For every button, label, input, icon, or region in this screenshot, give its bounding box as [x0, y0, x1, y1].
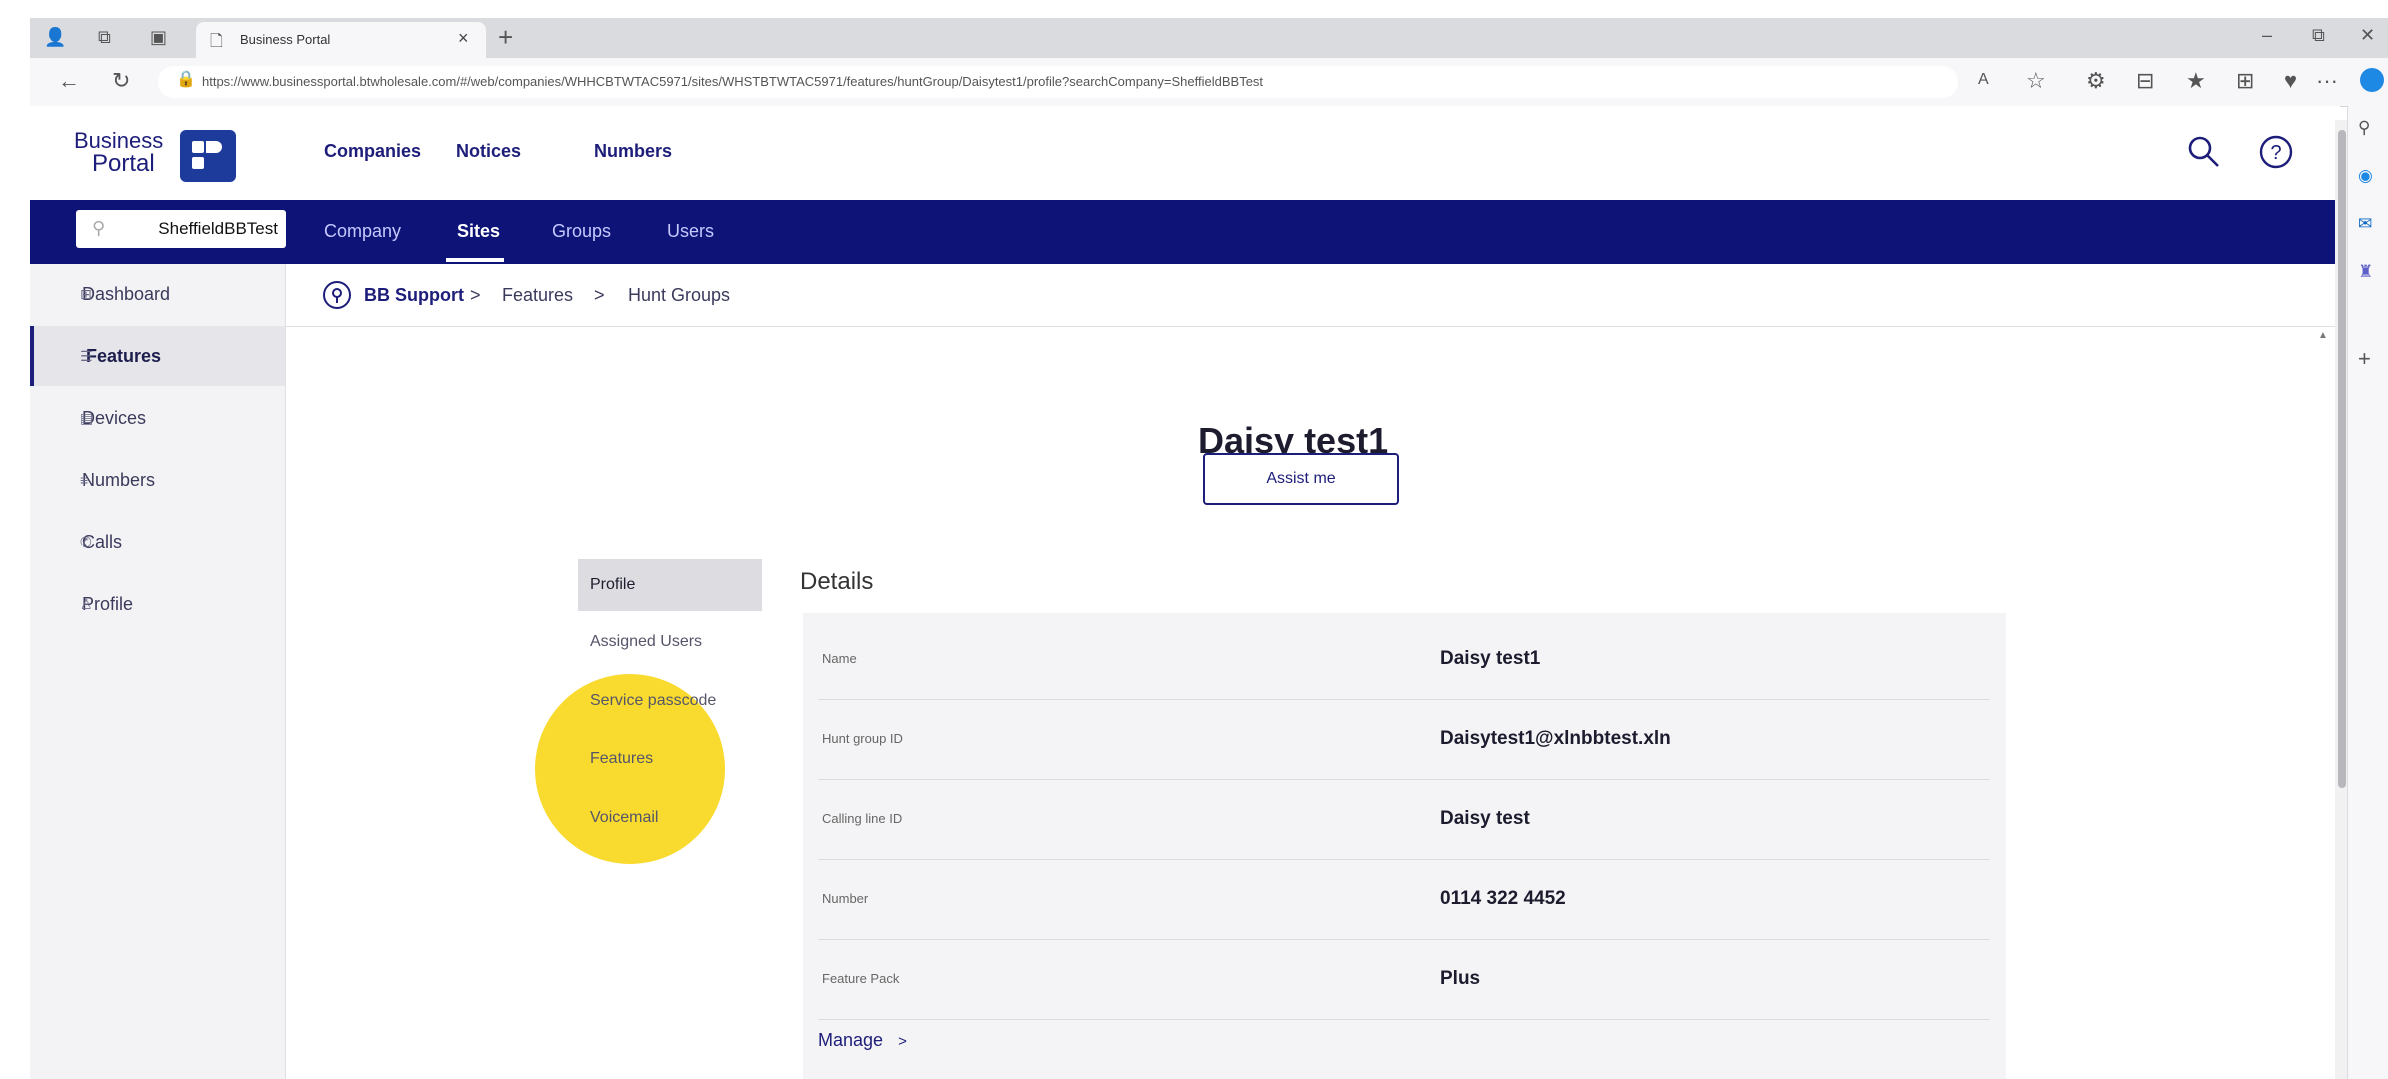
split-screen-icon[interactable]: ⊟	[2136, 70, 2154, 92]
submenu-features[interactable]: Features	[578, 733, 762, 785]
numbers-icon: ≡	[80, 472, 89, 488]
company-search-icon: ⚲	[92, 218, 106, 238]
browser-essentials-icon[interactable]: ♥	[2284, 70, 2297, 92]
inner-scroll-up-icon[interactable]: ▲	[2318, 330, 2328, 341]
favorites-bar-icon[interactable]: ★	[2186, 70, 2206, 92]
dashboard-icon: ⊞	[80, 286, 92, 302]
sidebar-item-numbers[interactable]: ≡ Numbers	[30, 450, 285, 510]
new-tab-button[interactable]: +	[498, 24, 513, 50]
tab-close-icon[interactable]: ×	[458, 28, 469, 49]
sidebar-item-devices[interactable]: ▤ Devices	[30, 388, 285, 448]
search-icon[interactable]	[2186, 134, 2222, 170]
nav-notices[interactable]: Notices	[456, 141, 521, 162]
detail-row-feature-pack: Feature Pack Plus	[818, 939, 1990, 1020]
submenu-profile[interactable]: Profile	[578, 559, 762, 611]
extensions-icon[interactable]: ⚙	[2086, 70, 2106, 92]
logo-mark-icon	[180, 130, 236, 182]
workspaces-icon[interactable]: ⧉	[98, 28, 111, 46]
detail-row-hunt-group-id: Hunt group ID Daisytest1@xlnbbtest.xln	[818, 699, 1990, 780]
close-window-button[interactable]: ✕	[2360, 26, 2375, 44]
company-search-input[interactable]: SheffieldBBTest	[76, 210, 286, 248]
profile-icon: ♙	[80, 596, 93, 612]
sidebar-item-label: Features	[86, 346, 162, 366]
tab-title: Business Portal	[240, 32, 331, 47]
sidebar-item-profile[interactable]: ♙ Profile	[30, 574, 285, 634]
submenu-voicemail[interactable]: Voicemail	[578, 792, 762, 844]
detail-value: Daisy test1	[1440, 648, 1541, 669]
sidebar-item-dashboard[interactable]: ⊞ Dashboard	[30, 264, 285, 324]
sidebar-search-icon[interactable]: ⚲	[2358, 118, 2370, 138]
tab-sites[interactable]: Sites	[457, 221, 500, 242]
svg-text:?: ?	[2270, 142, 2281, 164]
minimize-button[interactable]: –	[2262, 26, 2272, 44]
sidebar-item-calls[interactable]: ✆ Calls	[30, 512, 285, 572]
url-field[interactable]: https://www.businessportal.btwholesale.c…	[158, 66, 1958, 98]
location-pin-icon	[322, 280, 352, 310]
profile-icon[interactable]: 👤	[44, 28, 66, 46]
breadcrumb-separator: >	[470, 285, 481, 305]
browser-sidebar	[2347, 106, 2388, 1079]
maximize-button[interactable]: ⧉	[2312, 26, 2325, 44]
sidebar-teams-icon[interactable]: ♜	[2358, 262, 2373, 282]
detail-label: Hunt group ID	[822, 731, 903, 746]
calls-icon: ✆	[80, 534, 92, 550]
sidebar-outlook-icon[interactable]: ✉	[2358, 214, 2372, 234]
back-icon[interactable]: ←	[58, 70, 80, 92]
tab-groups[interactable]: Groups	[552, 221, 611, 242]
breadcrumb-site[interactable]: BB Support	[364, 264, 464, 326]
logo-line2: Portal	[92, 150, 155, 177]
more-menu-icon[interactable]: ···	[2316, 70, 2338, 92]
refresh-icon[interactable]: ↻	[112, 70, 130, 92]
detail-value: Daisytest1@xlnbbtest.xln	[1440, 728, 1671, 749]
devices-icon: ▤	[80, 410, 94, 426]
detail-label: Name	[822, 651, 857, 666]
breadcrumb-features[interactable]: Features	[502, 264, 573, 326]
detail-row-number: Number 0114 322 4452	[818, 859, 1990, 940]
breadcrumb-separator: >	[594, 285, 605, 305]
features-icon: ☰	[80, 348, 93, 364]
assist-me-button[interactable]: Assist me	[1203, 453, 1399, 505]
detail-label: Number	[822, 891, 869, 906]
active-tab-indicator	[446, 258, 504, 262]
detail-row-calling-line-id: Calling line ID Daisy test	[818, 779, 1990, 860]
detail-label: Feature Pack	[822, 971, 900, 986]
details-heading: Details	[800, 568, 874, 595]
detail-row-name: Name Daisy test1	[818, 619, 1990, 700]
chevron-right-icon: >	[898, 1033, 907, 1050]
help-icon[interactable]: ?	[2258, 134, 2294, 170]
submenu-service-passcode[interactable]: Service passcode	[578, 675, 762, 727]
sidebar-item-label: Numbers	[82, 470, 156, 490]
submenu-assigned-users[interactable]: Assigned Users	[578, 616, 762, 668]
scrollbar-thumb[interactable]	[2338, 130, 2346, 788]
tab-users[interactable]: Users	[667, 221, 714, 242]
manage-link[interactable]: Manage >	[818, 1030, 907, 1051]
favorite-icon[interactable]: ☆	[2026, 70, 2046, 92]
tab-company[interactable]: Company	[324, 221, 401, 242]
nav-numbers[interactable]: Numbers	[594, 141, 672, 162]
browser-tab[interactable]: 🗋 Business Portal ×	[196, 22, 486, 58]
copilot-icon[interactable]	[2360, 68, 2384, 92]
sidebar	[30, 264, 286, 1079]
detail-value: 0114 322 4452	[1440, 888, 1566, 909]
sidebar-item-features[interactable]: ☰ Features	[30, 326, 285, 386]
page-icon: 🗋	[210, 33, 223, 50]
detail-value: Daisy test	[1440, 808, 1530, 829]
nav-companies[interactable]: Companies	[324, 141, 421, 162]
collections-icon[interactable]: ⊞	[2236, 70, 2254, 92]
sidebar-add-icon[interactable]: +	[2358, 346, 2371, 372]
detail-label: Calling line ID	[822, 811, 903, 826]
business-portal-logo[interactable]: Business Portal	[74, 126, 244, 186]
lock-icon[interactable]: 🔒	[176, 72, 196, 88]
manage-label: Manage	[818, 1030, 884, 1050]
detail-value: Plus	[1440, 968, 1481, 989]
sidebar-copilot-icon[interactable]: ◉	[2358, 166, 2373, 186]
sidebar-item-label: Dashboard	[82, 284, 171, 304]
read-aloud-icon[interactable]: A	[1978, 72, 1989, 88]
breadcrumb-hunt-groups[interactable]: Hunt Groups	[628, 264, 730, 326]
tab-actions-icon[interactable]: ▣	[150, 28, 167, 46]
